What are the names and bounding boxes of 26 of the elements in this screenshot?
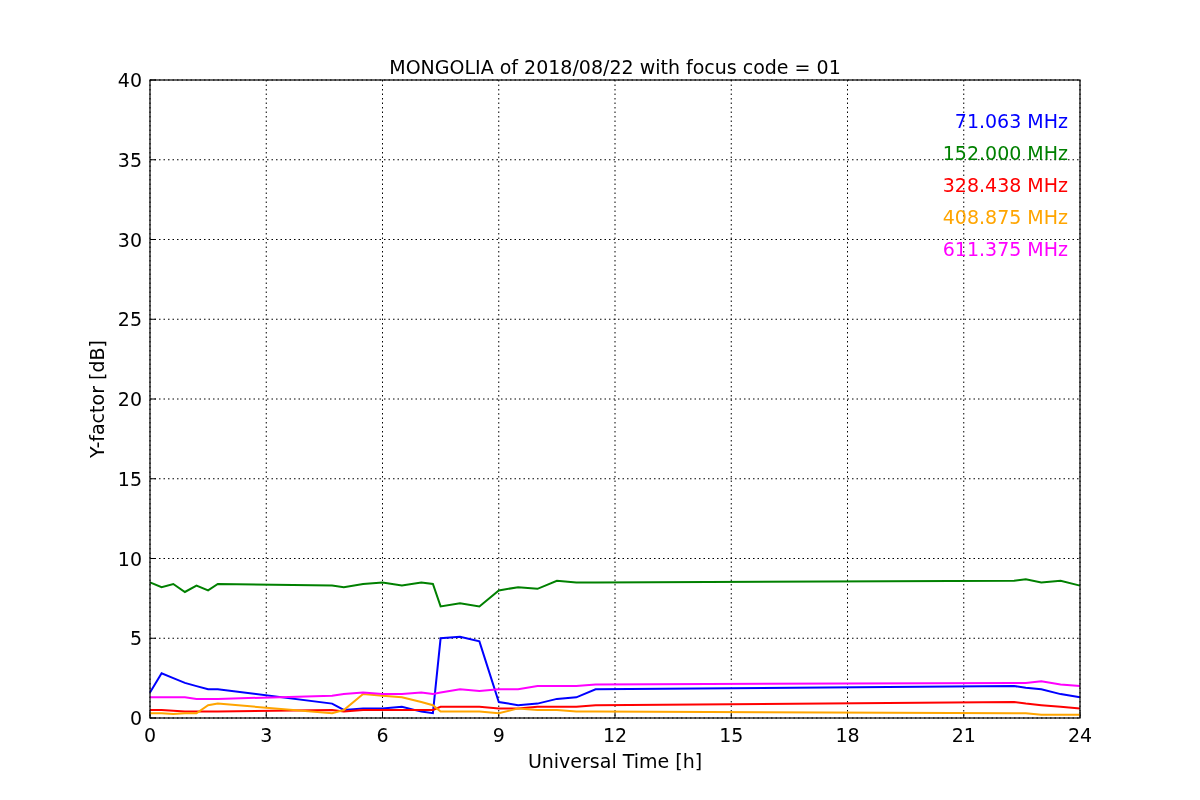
x-tick-label: 21 <box>951 724 976 746</box>
legend-label: 611.375 MHz <box>942 238 1068 260</box>
y-tick-label: 20 <box>117 388 142 410</box>
x-tick-label: 12 <box>602 724 628 746</box>
chart-title: MONGOLIA of 2018/08/22 with focus code = 01 <box>389 56 841 78</box>
x-tick-label: 3 <box>260 724 273 746</box>
legend-label: 152.000 MHz <box>942 142 1068 164</box>
x-tick-label: 6 <box>376 724 389 746</box>
x-tick-label: 15 <box>719 724 744 746</box>
x-tick-label: 24 <box>1067 724 1093 746</box>
y-tick-label: 35 <box>117 148 142 171</box>
y-tick-label: 0 <box>129 707 142 729</box>
legend-label: 71.063 MHz <box>954 110 1068 132</box>
y-tick-label: 40 <box>117 69 142 91</box>
x-tick-label: 9 <box>492 724 505 746</box>
y-tick-label: 15 <box>117 467 142 490</box>
legend-label: 328.438 MHz <box>942 174 1068 196</box>
x-tick-label: 18 <box>835 724 860 746</box>
y-tick-label: 10 <box>117 547 142 570</box>
y-tick-label: 30 <box>117 228 142 251</box>
y-tick-label: 5 <box>129 627 142 650</box>
x-axis-label: Universal Time [h] <box>527 750 703 772</box>
y-tick-label: 25 <box>117 308 142 331</box>
x-tick-label: 0 <box>143 724 157 746</box>
y-axis-label: Y-factor [dB] <box>86 340 108 458</box>
legend-label: 408.875 MHz <box>942 206 1068 228</box>
